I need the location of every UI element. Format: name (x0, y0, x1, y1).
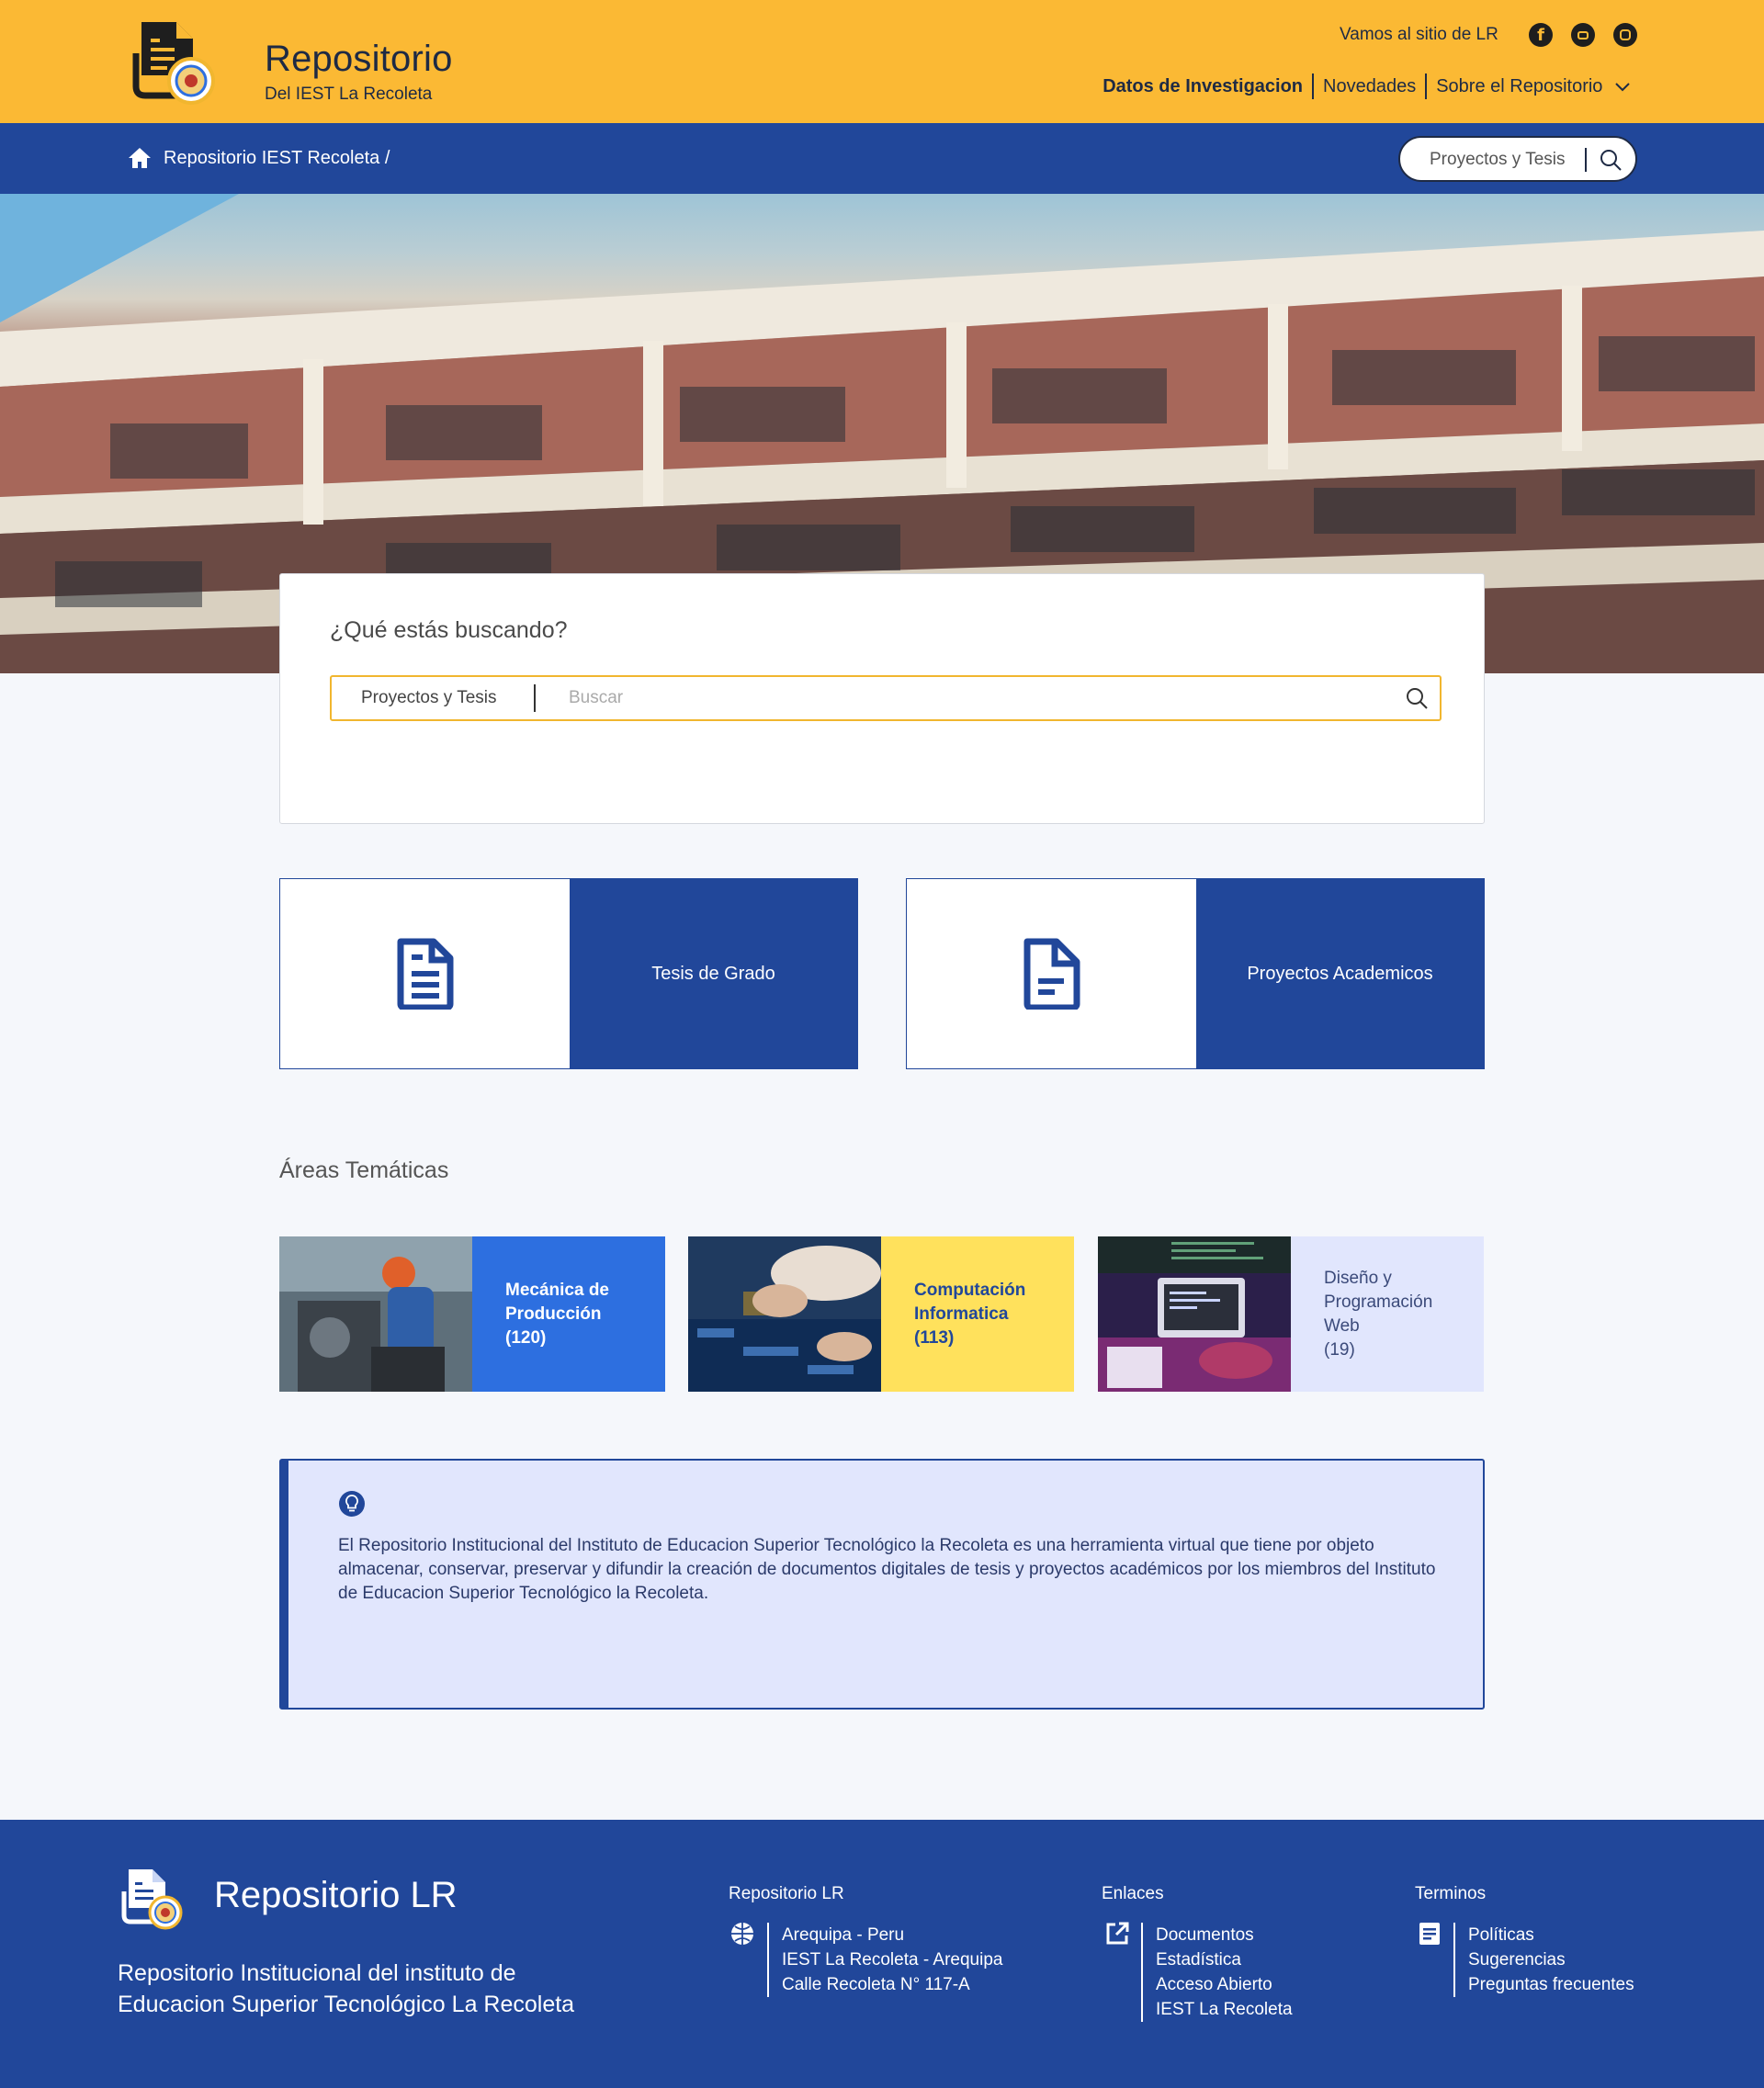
areas-title: Áreas Temáticas (279, 1157, 449, 1183)
nav-about[interactable]: Sobre el Repositorio (1427, 74, 1639, 98)
main-nav: Datos de Investigacion Novedades Sobre e… (1093, 73, 1639, 99)
footer-logo-icon[interactable] (118, 1866, 184, 1932)
category-label: Proyectos Academicos (1196, 879, 1484, 1068)
nav-about-label: Sobre el Repositorio (1436, 76, 1603, 96)
footer-col-address: Arequipa - Peru IEST La Recoleta - Arequ… (767, 1923, 1002, 1997)
area-count: (113) (914, 1327, 955, 1348)
footer-address-line: IEST La Recoleta - Arequipa (782, 1950, 1003, 1969)
area-name-line: Informatica (914, 1304, 1009, 1324)
search-icon[interactable] (1599, 148, 1623, 172)
footer-link[interactable]: Acceso Abierto (1156, 1972, 1293, 1997)
search-divider (1585, 148, 1587, 172)
area-card-computacion[interactable]: Computación Informatica (113) (688, 1236, 1074, 1392)
area-label: Mecánica de Producción (120) (472, 1236, 665, 1392)
area-name-line: Programación (1324, 1292, 1433, 1312)
footer-title: Repositorio LR (214, 1875, 458, 1915)
nav-news[interactable]: Novedades (1314, 74, 1425, 98)
footer-link[interactable]: Documentos (1156, 1923, 1293, 1947)
external-link-icon (1106, 1922, 1129, 1945)
area-label: Computación Informatica (113) (881, 1236, 1074, 1392)
footer-address-line: Calle Recoleta N° 117-A (782, 1975, 970, 1994)
info-box: El Repositorio Institucional del Institu… (279, 1459, 1485, 1710)
youtube-icon[interactable] (1571, 23, 1595, 47)
area-name-line: Diseño y (1324, 1268, 1392, 1288)
visit-site-link[interactable]: Vamos al sitio de LR (1340, 25, 1498, 45)
category-card-tesis[interactable]: Tesis de Grado (279, 878, 858, 1069)
category-label: Tesis de Grado (570, 879, 857, 1068)
area-photo-hardware (688, 1236, 881, 1392)
footer-address-line: Arequipa - Peru (782, 1925, 905, 1945)
facebook-icon[interactable]: f (1529, 23, 1553, 47)
area-photo-laptop (1098, 1236, 1291, 1392)
footer-col-terms: Políticas Sugerencias Preguntas frecuent… (1453, 1923, 1634, 1997)
area-count: (120) (505, 1327, 547, 1348)
globe-icon (731, 1923, 753, 1945)
category-card-proyectos[interactable]: Proyectos Academicos (906, 878, 1485, 1069)
footer-description: Repositorio Institucional del instituto … (118, 1960, 575, 2017)
footer-col-title: Repositorio LR (729, 1884, 844, 1903)
note-icon (1419, 1923, 1440, 1945)
brand-title[interactable]: Repositorio (265, 39, 453, 80)
footer-link[interactable]: Estadística (1156, 1947, 1293, 1972)
repository-logo-icon[interactable] (125, 17, 217, 108)
search-icon[interactable] (1405, 686, 1429, 710)
nav-research[interactable]: Datos de Investigacion (1093, 74, 1312, 98)
search-heading: ¿Qué estás buscando? (330, 617, 568, 643)
breadcrumb-home-link[interactable]: Repositorio IEST Recoleta / (164, 148, 390, 169)
category-icon-area (907, 879, 1196, 1068)
chevron-down-icon (1615, 83, 1630, 92)
document-lines-icon (397, 938, 453, 1010)
area-name-line: Computación (914, 1280, 1026, 1300)
header-search[interactable]: Proyectos y Tesis (1398, 136, 1637, 182)
footer-link[interactable]: Preguntas frecuentes (1468, 1972, 1634, 1997)
area-photo-mechanic (279, 1236, 472, 1392)
home-icon[interactable] (127, 146, 153, 170)
footer: Repositorio LR Repositorio Institucional… (0, 1820, 1764, 2088)
breadcrumb-bar: Repositorio IEST Recoleta / Proyectos y … (0, 123, 1764, 194)
document-icon (1023, 938, 1080, 1010)
footer-col-title: Terminos (1415, 1884, 1487, 1903)
area-name-line: Web (1324, 1315, 1360, 1336)
area-name-line: Mecánica de (505, 1280, 609, 1300)
area-card-mecanica[interactable]: Mecánica de Producción (120) (279, 1236, 665, 1392)
footer-col-title: Enlaces (1102, 1884, 1164, 1903)
area-label: Diseño y Programación Web (19) (1291, 1236, 1484, 1392)
header-search-category[interactable]: Proyectos y Tesis (1430, 150, 1565, 170)
search-card: ¿Qué estás buscando? Proyectos y Tesis (279, 573, 1485, 824)
area-name-line: Producción (505, 1304, 602, 1324)
footer-col-links: Documentos Estadística Acceso Abierto IE… (1141, 1923, 1293, 2022)
top-header: Repositorio Del IEST La Recoleta Vamos a… (0, 0, 1764, 123)
search-input[interactable] (569, 684, 1377, 712)
info-text: El Repositorio Institucional del Institu… (338, 1536, 1436, 1603)
footer-link[interactable]: Políticas (1468, 1923, 1634, 1947)
brand-subtitle: Del IEST La Recoleta (265, 85, 433, 104)
search-divider (534, 684, 536, 712)
area-card-diseno[interactable]: Diseño y Programación Web (19) (1098, 1236, 1484, 1392)
area-count: (19) (1324, 1339, 1355, 1360)
lightbulb-icon (339, 1491, 365, 1517)
instagram-icon[interactable] (1613, 23, 1637, 47)
footer-link[interactable]: IEST La Recoleta (1156, 1997, 1293, 2022)
footer-link[interactable]: Sugerencias (1468, 1947, 1634, 1972)
category-icon-area (280, 879, 570, 1068)
main-search-box: Proyectos y Tesis (330, 675, 1442, 721)
search-category-select[interactable]: Proyectos y Tesis (361, 688, 496, 708)
